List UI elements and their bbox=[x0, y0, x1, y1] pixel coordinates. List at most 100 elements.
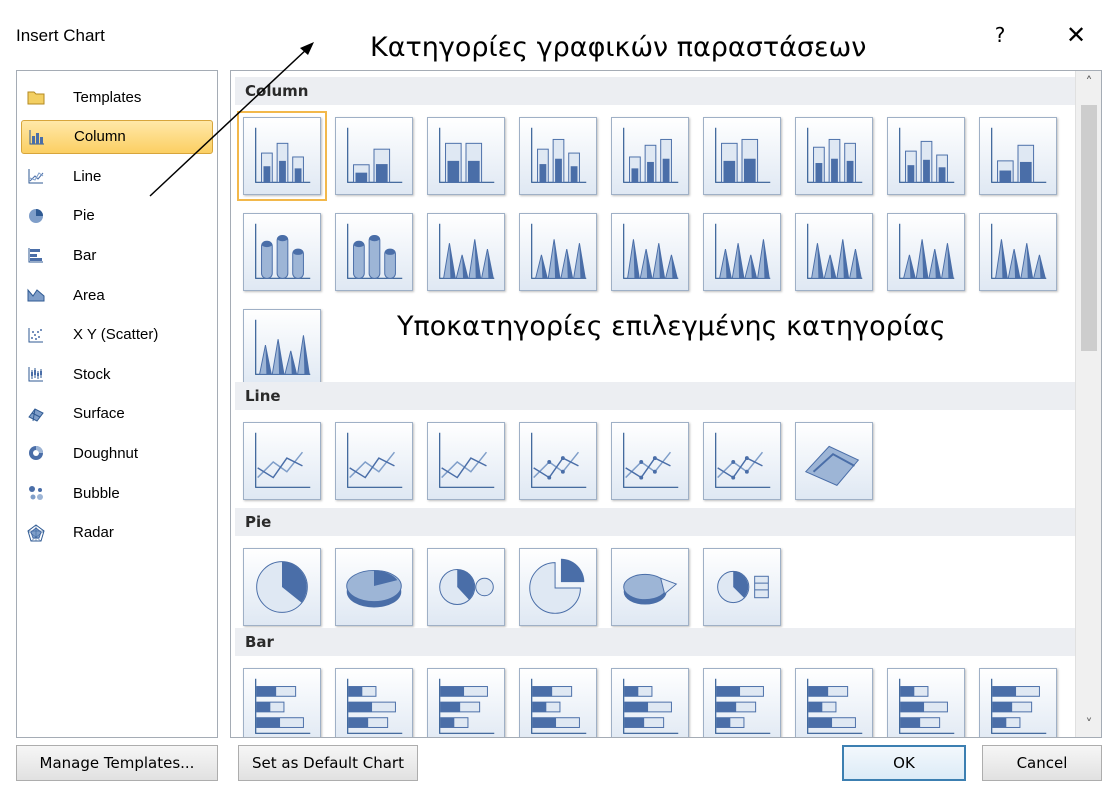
chart-subtype-bar-7[interactable] bbox=[795, 668, 873, 737]
column-chart-icon bbox=[980, 214, 1056, 290]
chart-subtype-column-10[interactable] bbox=[243, 213, 321, 291]
pie-chart-icon bbox=[704, 549, 780, 625]
chart-subtype-column-19[interactable] bbox=[243, 309, 321, 387]
radar-chart-icon bbox=[27, 523, 45, 542]
column-chart-icon bbox=[336, 214, 412, 290]
chart-subtype-column-17[interactable] bbox=[887, 213, 965, 291]
chart-subtype-bar-1[interactable] bbox=[243, 668, 321, 737]
bar-chart-icon bbox=[520, 669, 596, 737]
column-chart-icon bbox=[520, 214, 596, 290]
pie-chart-icon bbox=[520, 549, 596, 625]
column-chart-icon bbox=[704, 214, 780, 290]
area-chart-icon bbox=[27, 286, 45, 304]
sidebar-item-bar[interactable]: Bar bbox=[21, 238, 213, 272]
bar-chart-icon bbox=[796, 669, 872, 737]
sidebar-item-pie[interactable]: Pie bbox=[21, 199, 213, 233]
help-button[interactable]: ? bbox=[978, 18, 1022, 52]
column-chart-icon bbox=[796, 214, 872, 290]
chart-subtype-column-12[interactable] bbox=[427, 213, 505, 291]
chart-subtype-line-6[interactable] bbox=[703, 422, 781, 500]
sidebar-item-templates[interactable]: Templates bbox=[21, 80, 213, 114]
chart-subtype-bar-8[interactable] bbox=[887, 668, 965, 737]
pie-chart-icon bbox=[27, 207, 45, 225]
scroll-up-arrow-icon[interactable]: ˄ bbox=[1076, 71, 1101, 95]
chart-subtype-pie-5[interactable] bbox=[611, 548, 689, 626]
scroll-down-arrow-icon[interactable]: ˅ bbox=[1076, 713, 1101, 737]
set-default-chart-button[interactable]: Set as Default Chart bbox=[238, 745, 418, 781]
sidebar-item-label: Bar bbox=[73, 246, 97, 264]
chart-subtype-pie-2[interactable] bbox=[335, 548, 413, 626]
sidebar-item-radar[interactable]: Radar bbox=[21, 516, 213, 550]
chart-subtype-column-13[interactable] bbox=[519, 213, 597, 291]
sidebar-item-line[interactable]: Line bbox=[21, 159, 213, 193]
dialog-title: Insert Chart bbox=[16, 26, 105, 45]
section-header-line: Line bbox=[235, 382, 1075, 410]
chart-subtype-column-11[interactable] bbox=[335, 213, 413, 291]
chart-subtype-column-4[interactable] bbox=[519, 117, 597, 195]
chart-subtype-pie-6[interactable] bbox=[703, 548, 781, 626]
chart-subtype-line-7[interactable] bbox=[795, 422, 873, 500]
pie-chart-icon bbox=[244, 549, 320, 625]
chart-subtype-column-15[interactable] bbox=[703, 213, 781, 291]
chart-subtype-column-5[interactable] bbox=[611, 117, 689, 195]
chart-subtype-line-3[interactable] bbox=[427, 422, 505, 500]
sidebar-item-label: Templates bbox=[73, 88, 142, 106]
chart-subtype-bar-5[interactable] bbox=[611, 668, 689, 737]
chart-subtype-column-3[interactable] bbox=[427, 117, 505, 195]
column-chart-icon bbox=[612, 118, 688, 194]
chart-subtype-pie-3[interactable] bbox=[427, 548, 505, 626]
chart-subtype-column-18[interactable] bbox=[979, 213, 1057, 291]
manage-templates-button[interactable]: Manage Templates... bbox=[16, 745, 218, 781]
sidebar-item-x-y-scatter[interactable]: X Y (Scatter) bbox=[21, 318, 213, 352]
chart-subtype-bar-3[interactable] bbox=[427, 668, 505, 737]
bar-chart-icon bbox=[428, 669, 504, 737]
sidebar-item-doughnut[interactable]: Doughnut bbox=[21, 436, 213, 470]
ok-button[interactable]: OK bbox=[842, 745, 966, 781]
sidebar-item-stock[interactable]: Stock bbox=[21, 357, 213, 391]
chart-subtype-column-2[interactable] bbox=[335, 117, 413, 195]
sidebar-item-label: Bubble bbox=[73, 484, 120, 502]
column-chart-icon bbox=[336, 118, 412, 194]
chart-subtype-column-1[interactable] bbox=[237, 111, 327, 201]
bar-chart-icon bbox=[612, 669, 688, 737]
section-header-pie: Pie bbox=[235, 508, 1075, 536]
column-chart-icon bbox=[520, 118, 596, 194]
chart-subtype-bar-4[interactable] bbox=[519, 668, 597, 737]
chart-subtype-bar-6[interactable] bbox=[703, 668, 781, 737]
chart-subtype-column-16[interactable] bbox=[795, 213, 873, 291]
chart-subtype-line-5[interactable] bbox=[611, 422, 689, 500]
chart-subtype-column-14[interactable] bbox=[611, 213, 689, 291]
cancel-button[interactable]: Cancel bbox=[982, 745, 1102, 781]
column-chart-icon bbox=[428, 118, 504, 194]
bar-chart-icon bbox=[980, 669, 1056, 737]
chart-subtype-line-2[interactable] bbox=[335, 422, 413, 500]
sidebar-item-column[interactable]: Column bbox=[21, 119, 213, 154]
chart-subtype-bar-2[interactable] bbox=[335, 668, 413, 737]
section-header-bar: Bar bbox=[235, 628, 1075, 656]
chart-subtype-bar-9[interactable] bbox=[979, 668, 1057, 737]
chart-subtype-pie-1[interactable] bbox=[243, 548, 321, 626]
sidebar-item-surface[interactable]: Surface bbox=[21, 397, 213, 431]
close-button[interactable]: ✕ bbox=[1052, 18, 1100, 52]
scroll-thumb[interactable] bbox=[1081, 105, 1097, 351]
bubble-chart-icon bbox=[27, 484, 45, 502]
chart-subtype-column-8[interactable] bbox=[887, 117, 965, 195]
chart-subtype-pie-4[interactable] bbox=[519, 548, 597, 626]
sidebar-item-label: Radar bbox=[73, 524, 114, 542]
chart-subtype-line-1[interactable] bbox=[243, 422, 321, 500]
line-chart-icon bbox=[612, 423, 688, 499]
chart-subtype-line-4[interactable] bbox=[519, 422, 597, 500]
pie-chart-icon bbox=[428, 549, 504, 625]
chart-subtype-column-9[interactable] bbox=[979, 117, 1057, 195]
sidebar-item-bubble[interactable]: Bubble bbox=[21, 476, 213, 510]
folder-icon bbox=[27, 88, 45, 106]
vertical-scrollbar[interactable]: ˄ ˅ bbox=[1075, 71, 1101, 737]
sidebar-item-area[interactable]: Area bbox=[21, 278, 213, 312]
chart-subtype-column-7[interactable] bbox=[795, 117, 873, 195]
sidebar-item-label: X Y (Scatter) bbox=[73, 326, 159, 344]
bar-chart-icon bbox=[27, 246, 45, 264]
column-chart-icon bbox=[244, 214, 320, 290]
chart-subtype-column-6[interactable] bbox=[703, 117, 781, 195]
chart-category-list: Templates Column Line Pie Bar Area X Y (Scatte… bbox=[16, 70, 218, 738]
bar-chart-icon bbox=[336, 669, 412, 737]
